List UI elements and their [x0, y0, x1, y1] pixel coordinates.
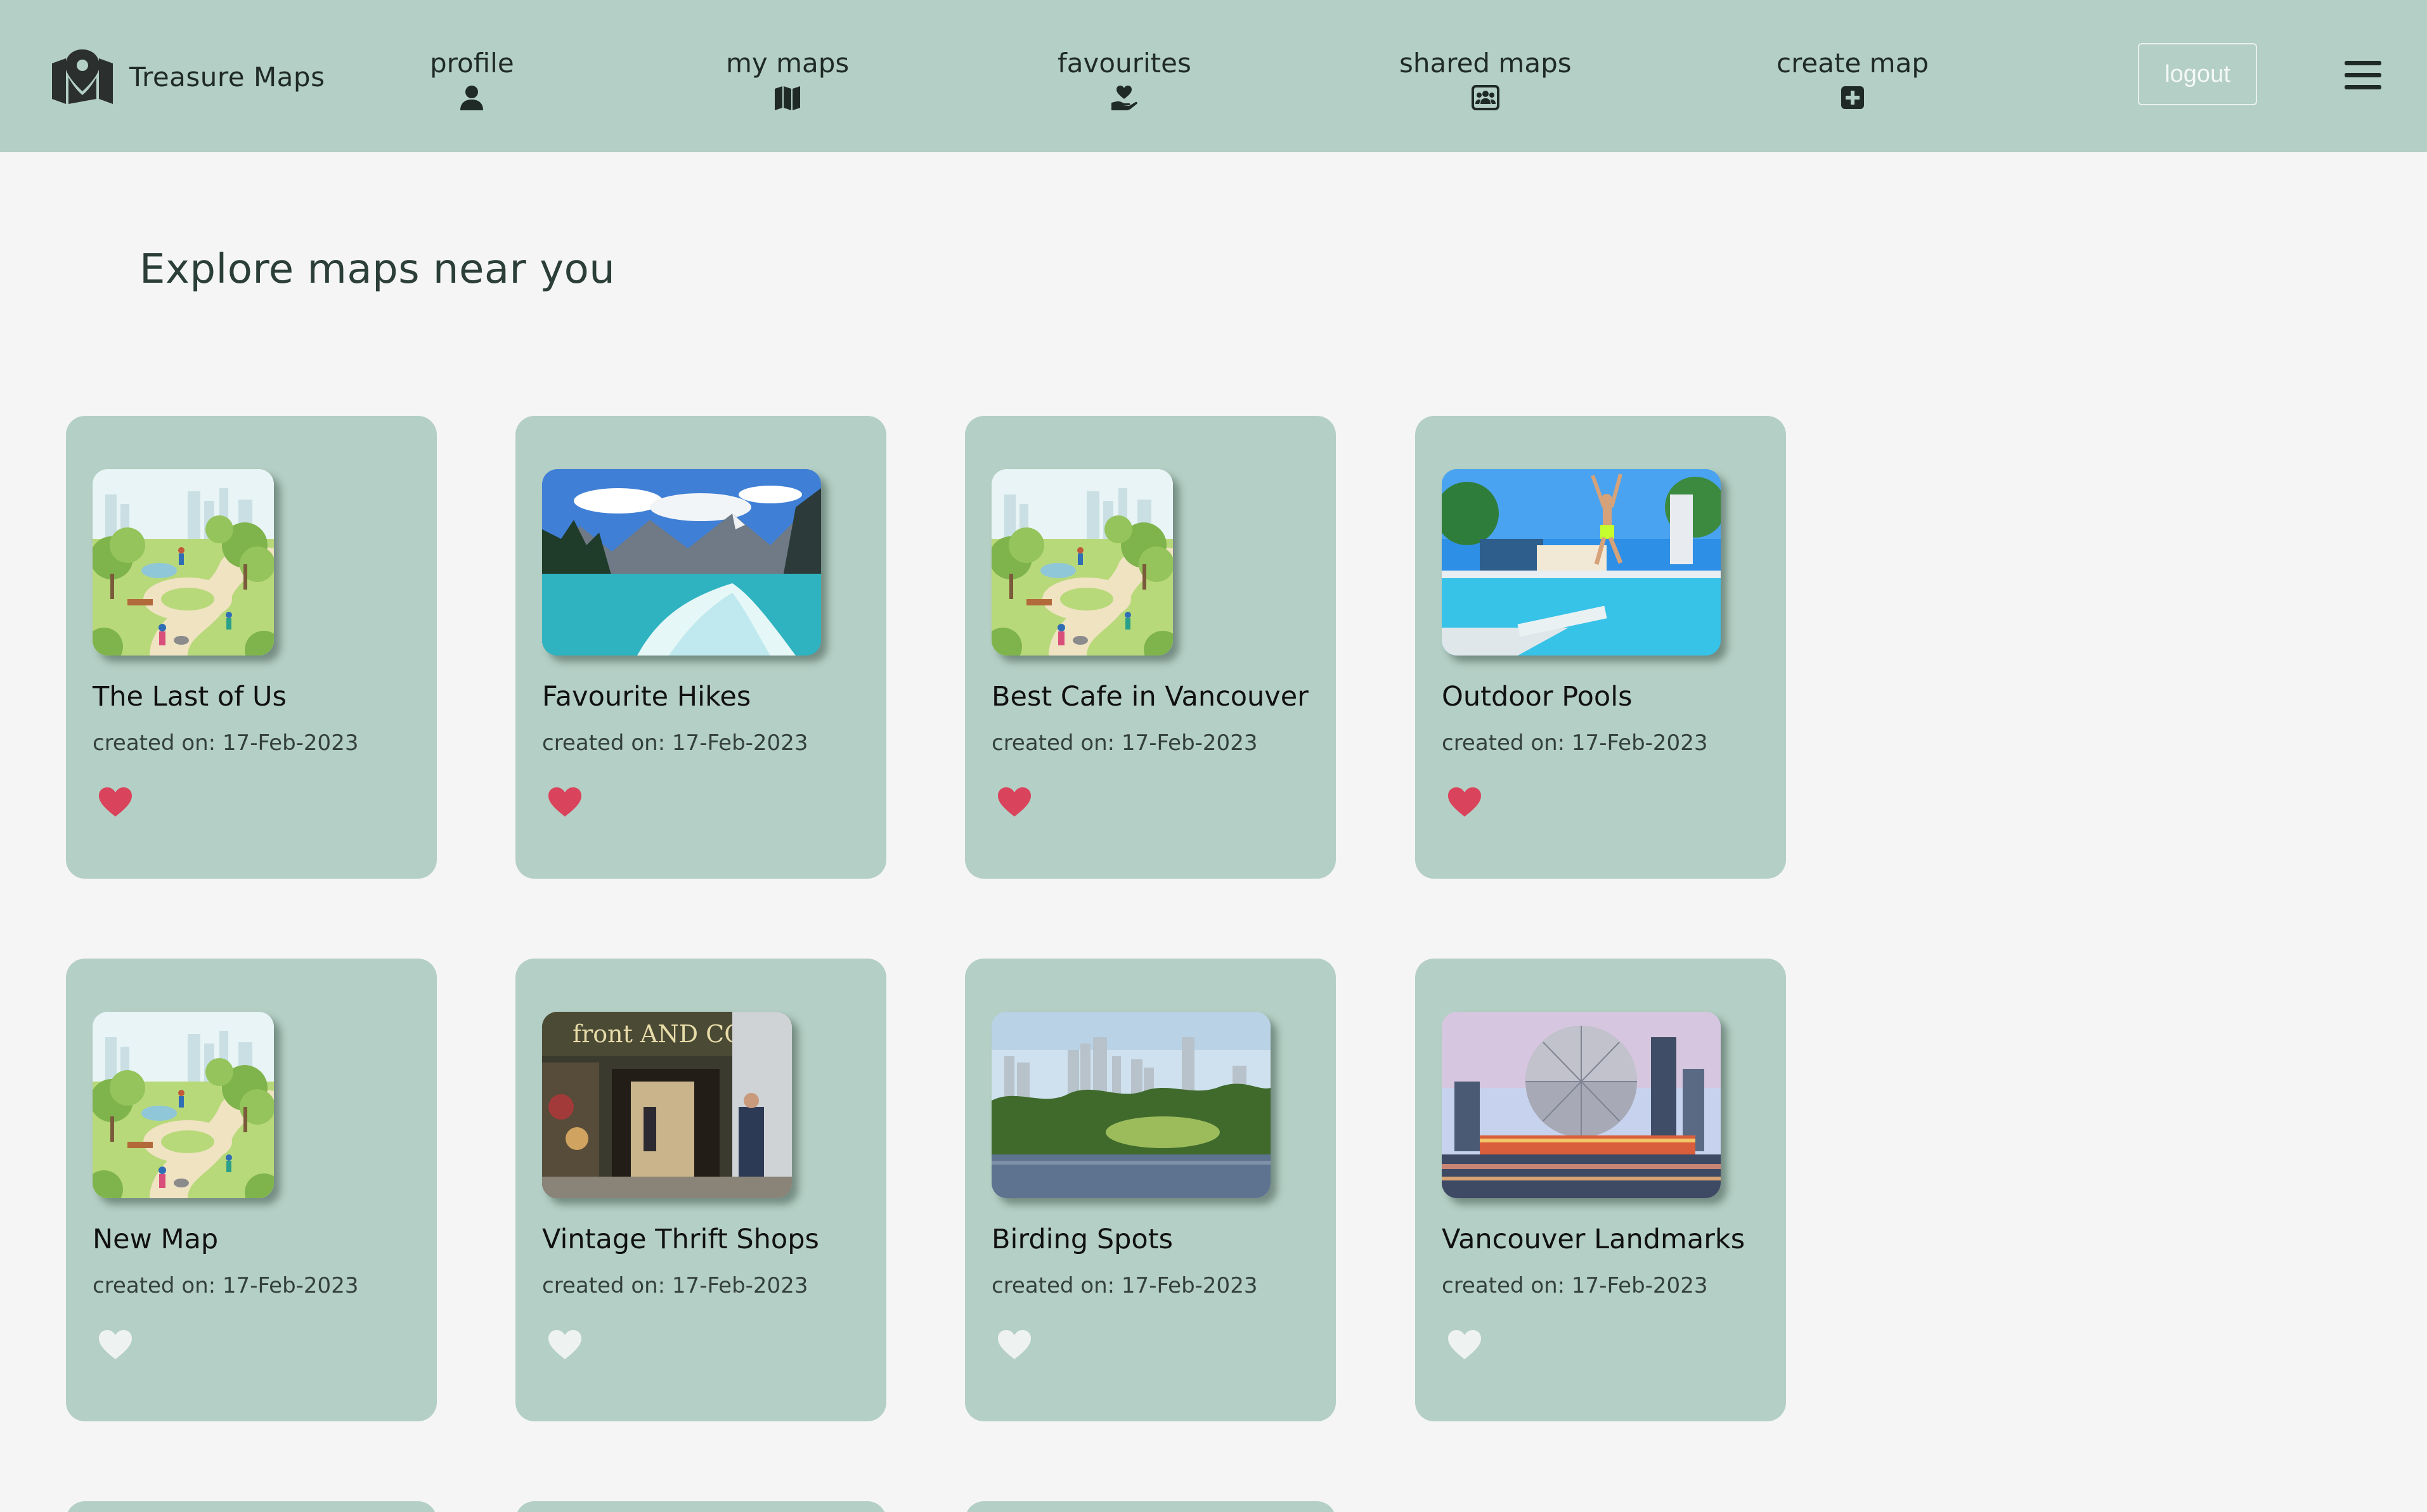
hand-heart-icon	[1111, 86, 1138, 110]
storefront-photo: front AND COMPANY	[542, 1012, 792, 1198]
map-card[interactable]: Birding Spots created on: 17-Feb-2023	[965, 959, 1336, 1421]
map-card-partial[interactable]	[515, 1501, 886, 1512]
map-created-date: created on: 17-Feb-2023	[992, 730, 1258, 756]
favourite-toggle[interactable]	[1447, 786, 1482, 818]
heart-icon	[98, 786, 133, 818]
map-card[interactable]: New Map created on: 17-Feb-2023	[66, 959, 437, 1421]
map-title: New Map	[93, 1224, 219, 1255]
favourite-toggle[interactable]	[547, 786, 583, 818]
map-card[interactable]: Vancouver Landmarks created on: 17-Feb-2…	[1415, 959, 1786, 1421]
logout-button[interactable]: logout	[2138, 43, 2257, 105]
map-created-date: created on: 17-Feb-2023	[1442, 1273, 1708, 1298]
favourite-toggle[interactable]	[98, 786, 133, 818]
favourite-toggle[interactable]	[1447, 1329, 1482, 1360]
nav-favourites[interactable]: favourites	[1058, 44, 1191, 112]
map-thumbnail	[93, 469, 274, 656]
map-card[interactable]: Outdoor Pools created on: 17-Feb-2023	[1415, 416, 1786, 879]
park-illustration	[93, 1012, 274, 1198]
park-illustration	[992, 469, 1173, 656]
map-card[interactable]: front AND COMPANY Vintage Thrift Shops c…	[515, 959, 886, 1421]
map-pin-icon	[52, 49, 113, 104]
map-icon	[775, 86, 801, 110]
heart-outline-icon	[547, 1329, 583, 1360]
map-title: The Last of Us	[93, 681, 287, 713]
favourite-toggle[interactable]	[997, 1329, 1032, 1360]
nav-profile-label: profile	[430, 48, 514, 79]
nav-favourites-label: favourites	[1058, 48, 1191, 79]
pool-diver-photo	[1442, 469, 1721, 656]
app-name: Treasure Maps	[129, 61, 325, 93]
nav-my-maps-label: my maps	[726, 48, 850, 79]
map-card[interactable]: Best Cafe in Vancouver created on: 17-Fe…	[965, 416, 1336, 879]
heart-icon	[547, 786, 583, 818]
plus-square-icon	[1841, 86, 1864, 109]
page-title: Explore maps near you	[139, 246, 616, 293]
map-created-date: created on: 17-Feb-2023	[542, 730, 808, 756]
heart-outline-icon	[98, 1329, 133, 1360]
map-card[interactable]: Favourite Hikes created on: 17-Feb-2023	[515, 416, 886, 879]
nav-my-maps[interactable]: my maps	[726, 44, 849, 112]
nav-create-map[interactable]: create map	[1777, 44, 1929, 112]
map-card-partial[interactable]	[965, 1501, 1336, 1512]
map-thumbnail	[1442, 469, 1721, 656]
map-title: Vancouver Landmarks	[1442, 1224, 1745, 1255]
science-world-dome-photo	[1442, 1012, 1721, 1198]
user-icon	[460, 86, 484, 110]
heart-outline-icon	[1447, 1329, 1482, 1360]
map-title: Favourite Hikes	[542, 681, 751, 713]
nav-shared-maps[interactable]: shared maps	[1399, 44, 1572, 112]
map-thumbnail	[992, 1012, 1271, 1198]
map-thumbnail	[93, 1012, 274, 1198]
heart-icon	[1447, 786, 1482, 818]
favourite-toggle[interactable]	[98, 1329, 133, 1360]
nav-create-map-label: create map	[1777, 48, 1929, 79]
map-card[interactable]: The Last of Us created on: 17-Feb-2023	[66, 416, 437, 879]
favourite-toggle[interactable]	[997, 786, 1032, 818]
map-created-date: created on: 17-Feb-2023	[1442, 730, 1708, 756]
map-created-date: created on: 17-Feb-2023	[542, 1273, 808, 1298]
heart-icon	[997, 786, 1032, 818]
map-created-date: created on: 17-Feb-2023	[93, 1273, 359, 1298]
users-card-icon	[1471, 85, 1499, 110]
nav-profile[interactable]: profile	[430, 44, 514, 112]
map-created-date: created on: 17-Feb-2023	[93, 730, 359, 756]
map-thumbnail	[992, 469, 1173, 656]
brand-home-link[interactable]: Treasure Maps	[52, 49, 325, 104]
map-card-partial[interactable]	[66, 1501, 437, 1512]
map-title: Outdoor Pools	[1442, 681, 1633, 713]
mountain-lake-photo	[542, 469, 821, 656]
map-thumbnail	[542, 469, 821, 656]
park-illustration	[93, 469, 274, 656]
favourite-toggle[interactable]	[547, 1329, 583, 1360]
map-thumbnail: front AND COMPANY	[542, 1012, 792, 1198]
map-created-date: created on: 17-Feb-2023	[992, 1273, 1258, 1298]
hamburger-menu-button[interactable]	[2345, 60, 2381, 91]
nav-shared-maps-label: shared maps	[1399, 48, 1572, 79]
map-thumbnail	[1442, 1012, 1721, 1198]
map-title: Vintage Thrift Shops	[542, 1224, 819, 1255]
map-title: Birding Spots	[992, 1224, 1173, 1255]
heart-outline-icon	[997, 1329, 1032, 1360]
top-navbar: Treasure Maps profile my maps favourites…	[0, 0, 2427, 152]
city-skyline-lake-photo	[992, 1012, 1271, 1198]
hamburger-menu-icon	[2345, 61, 2381, 89]
map-title: Best Cafe in Vancouver	[992, 681, 1309, 713]
